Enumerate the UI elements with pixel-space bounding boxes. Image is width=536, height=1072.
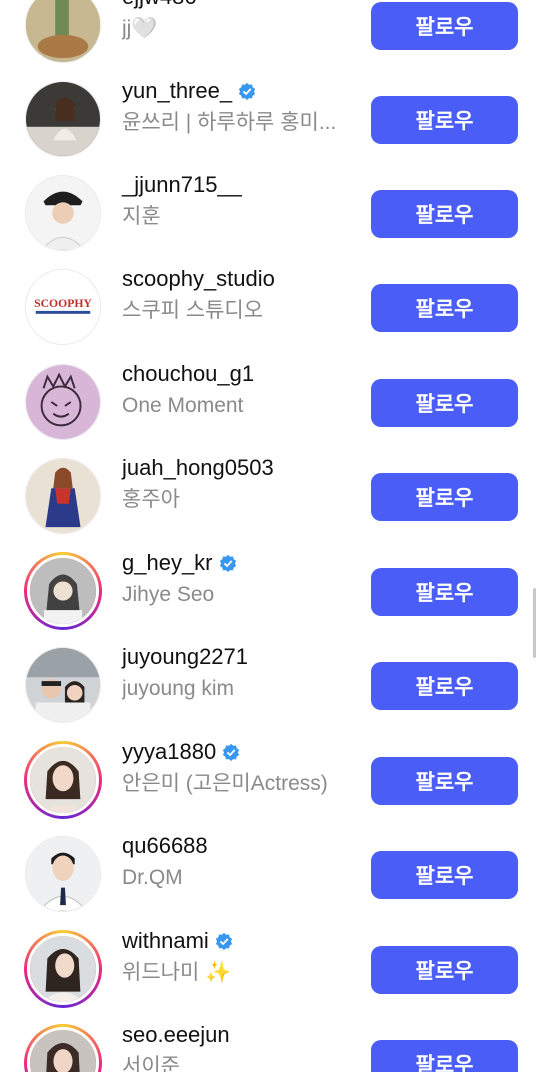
avatar[interactable] <box>24 552 102 630</box>
list-item[interactable]: seo.eeejun 서이준 팔로우 <box>0 1016 536 1072</box>
display-name: One Moment <box>122 394 244 417</box>
logo-text: SCOOPHY <box>34 297 92 310</box>
follow-button[interactable]: 팔로우 <box>371 1040 518 1072</box>
username[interactable]: juah_hong0503 <box>122 453 362 483</box>
username[interactable]: juyoung2271 <box>122 642 362 672</box>
follow-button[interactable]: 팔로우 <box>371 379 518 427</box>
follow-button[interactable]: 팔로우 <box>371 96 518 144</box>
username[interactable]: qu66688 <box>122 831 362 861</box>
list-item[interactable]: qu66688 Dr.QM 팔로우 <box>0 827 536 921</box>
display-name: Jihye Seo <box>122 583 215 606</box>
display-name: 홍주아 <box>122 488 180 511</box>
username[interactable]: scoophy_studio <box>122 264 362 294</box>
username[interactable]: yun_three_ <box>122 76 362 106</box>
avatar[interactable] <box>24 174 102 252</box>
follow-button[interactable]: 팔로우 <box>371 473 518 521</box>
username[interactable]: _jjunn715__ <box>122 170 362 200</box>
verified-badge-icon <box>219 554 236 572</box>
username[interactable]: ejjw486 <box>122 0 362 12</box>
username[interactable]: seo.eeejun <box>122 1020 362 1050</box>
display-name: 안은미 (고은미Actress) <box>122 772 328 795</box>
display-name: juyoung kim <box>122 677 235 700</box>
follow-button[interactable]: 팔로우 <box>371 190 518 238</box>
verified-badge-icon <box>223 743 240 761</box>
list-item[interactable]: chouchou_g1 One Moment 팔로우 <box>0 355 536 449</box>
avatar[interactable] <box>24 0 102 64</box>
follow-button[interactable]: 팔로우 <box>371 946 518 994</box>
display-name: Dr.QM <box>122 866 183 889</box>
follow-button[interactable]: 팔로우 <box>371 662 518 710</box>
verified-badge-icon <box>238 82 256 100</box>
follow-button[interactable]: 팔로우 <box>371 2 518 50</box>
username[interactable]: g_hey_kr <box>122 548 362 578</box>
avatar[interactable] <box>24 80 102 158</box>
following-list: ejjw486 jj🤍 팔로우 yun_three_ 윤쓰리 | 하루하루 홍미… <box>0 0 536 1072</box>
list-item[interactable]: juah_hong0503 홍주아 팔로우 <box>0 449 536 543</box>
follow-button[interactable]: 팔로우 <box>371 851 518 899</box>
list-item[interactable]: yyya1880 안은미 (고은미Actress) 팔로우 <box>0 733 536 827</box>
avatar[interactable] <box>24 646 102 724</box>
display-name: jj🤍 <box>122 17 158 40</box>
list-item[interactable]: yun_three_ 윤쓰리 | 하루하루 홍미... 팔로우 <box>0 72 536 166</box>
display-name: 윤쓰리 | 하루하루 홍미... <box>122 111 337 134</box>
list-item[interactable]: SCOOPHY scoophy_studio 스쿠피 스튜디오 팔로우 <box>0 260 536 354</box>
list-item[interactable]: withnami 위드나미 ✨ 팔로우 <box>0 922 536 1016</box>
display-name: 위드나미 ✨ <box>122 961 232 984</box>
display-name: 서이준 <box>122 1055 180 1072</box>
follow-button[interactable]: 팔로우 <box>371 757 518 805</box>
username[interactable]: withnami <box>122 926 362 956</box>
username[interactable]: yyya1880 <box>122 737 362 767</box>
avatar[interactable] <box>24 835 102 913</box>
list-item[interactable]: juyoung2271 juyoung kim 팔로우 <box>0 638 536 732</box>
display-name: 스쿠피 스튜디오 <box>122 299 264 322</box>
avatar[interactable] <box>24 1024 102 1072</box>
follow-button[interactable]: 팔로우 <box>371 284 518 332</box>
avatar[interactable] <box>24 930 102 1008</box>
username[interactable]: chouchou_g1 <box>122 359 362 389</box>
list-item[interactable]: ejjw486 jj🤍 팔로우 <box>0 0 536 72</box>
verified-badge-icon <box>215 932 232 950</box>
avatar[interactable] <box>24 457 102 535</box>
list-item[interactable]: g_hey_kr Jihye Seo 팔로우 <box>0 544 536 638</box>
follow-button[interactable]: 팔로우 <box>371 568 518 616</box>
avatar[interactable] <box>24 363 102 441</box>
list-item[interactable]: _jjunn715__ 지훈 팔로우 <box>0 166 536 260</box>
avatar[interactable] <box>24 741 102 819</box>
display-name: 지훈 <box>122 205 161 228</box>
avatar[interactable]: SCOOPHY <box>24 268 102 346</box>
